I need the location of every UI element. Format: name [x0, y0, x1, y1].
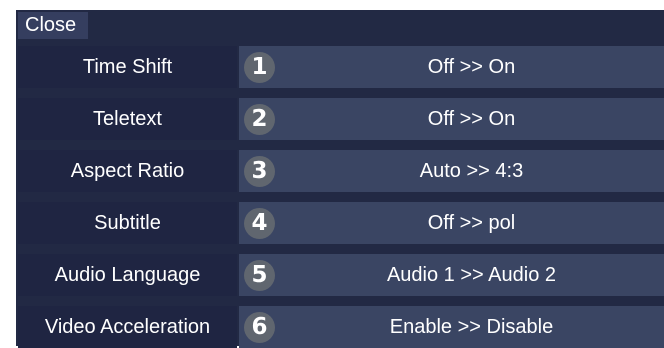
options-panel: Close Time Shift 1 Off >> On Teletext 2 … [16, 10, 664, 348]
option-toggle-time-shift[interactable]: 1 Off >> On [239, 46, 664, 88]
option-label: Teletext [18, 98, 237, 140]
option-row-video-acceleration: Video Acceleration 6 Enable >> Disable [18, 306, 664, 348]
option-toggle-video-acceleration[interactable]: 6 Enable >> Disable [239, 306, 664, 348]
option-row-teletext: Teletext 2 Off >> On [18, 98, 664, 140]
option-label: Aspect Ratio [18, 150, 237, 192]
option-toggle-teletext[interactable]: 2 Off >> On [239, 98, 664, 140]
option-label: Audio Language [18, 254, 237, 296]
option-row-time-shift: Time Shift 1 Off >> On [18, 46, 664, 88]
number-5-icon: 5 [244, 260, 275, 291]
option-row-audio-language: Audio Language 5 Audio 1 >> Audio 2 [18, 254, 664, 296]
option-value: Enable >> Disable [389, 316, 554, 338]
option-toggle-subtitle[interactable]: 4 Off >> pol [239, 202, 664, 244]
option-value: Off >> On [427, 56, 516, 78]
option-value: Auto >> 4:3 [419, 160, 524, 182]
number-6-icon: 6 [244, 312, 275, 343]
close-button[interactable]: Close [18, 12, 88, 39]
option-row-subtitle: Subtitle 4 Off >> pol [18, 202, 664, 244]
option-row-aspect-ratio: Aspect Ratio 3 Auto >> 4:3 [18, 150, 664, 192]
option-label: Time Shift [18, 46, 237, 88]
option-label: Video Acceleration [18, 306, 237, 348]
option-value: Off >> On [427, 108, 516, 130]
option-value: Off >> pol [427, 212, 516, 234]
number-1-icon: 1 [244, 52, 275, 83]
option-toggle-audio-language[interactable]: 5 Audio 1 >> Audio 2 [239, 254, 664, 296]
option-label: Subtitle [18, 202, 237, 244]
option-value: Audio 1 >> Audio 2 [386, 264, 557, 286]
number-4-icon: 4 [244, 208, 275, 239]
number-3-icon: 3 [244, 156, 275, 187]
option-toggle-aspect-ratio[interactable]: 3 Auto >> 4:3 [239, 150, 664, 192]
number-2-icon: 2 [244, 104, 275, 135]
